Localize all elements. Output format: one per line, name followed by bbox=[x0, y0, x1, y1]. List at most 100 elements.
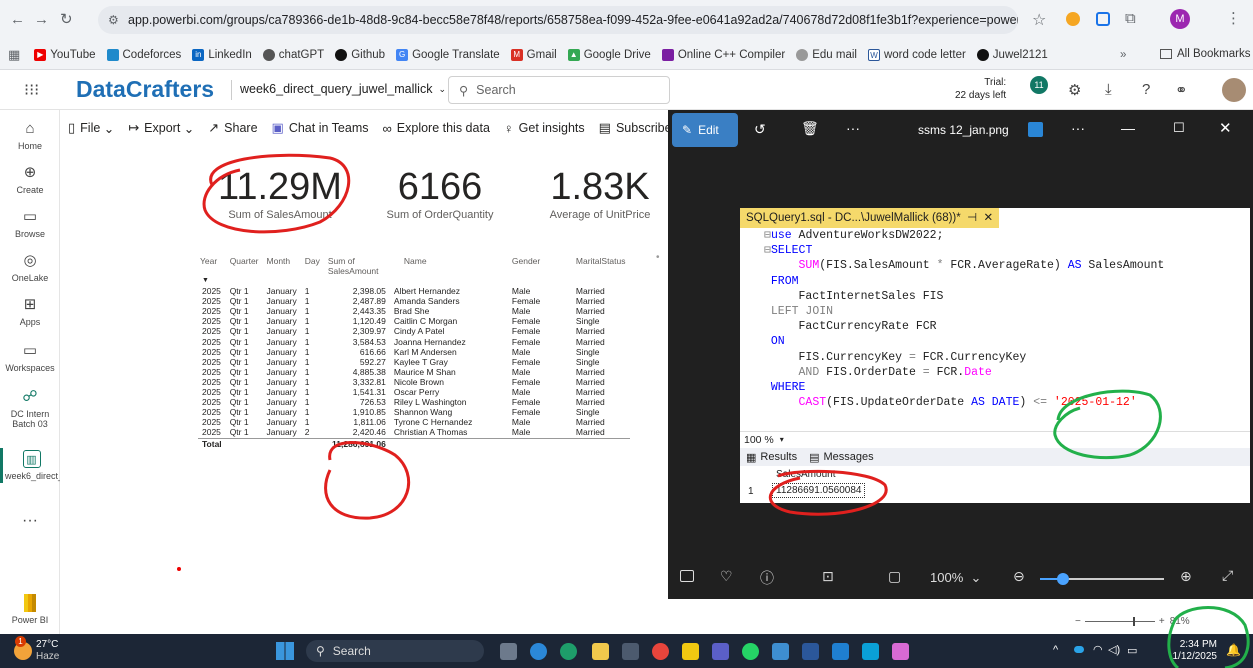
bookmark-word-code-letter[interactable]: Wword code letter bbox=[867, 48, 966, 61]
rail-home[interactable]: ⌂ Home bbox=[0, 120, 60, 151]
reload-icon[interactable]: ↻ bbox=[60, 10, 73, 28]
result-column-header[interactable]: SalesAmount bbox=[776, 469, 835, 480]
wifi-icon[interactable]: ◠ bbox=[1093, 643, 1103, 656]
bookmark-cpp-compiler[interactable]: Online C++ Compiler bbox=[661, 48, 785, 61]
zoom-in-icon[interactable]: + bbox=[1159, 616, 1165, 627]
zoom-control[interactable]: − + 81% bbox=[1075, 616, 1190, 627]
column-header[interactable]: Day bbox=[301, 256, 324, 276]
table-row[interactable]: 2025 Qtr 1 January 1 3,584.53 Joanna Hernande… bbox=[198, 337, 630, 347]
trial-info[interactable]: Trial: 22 days left bbox=[955, 76, 1006, 102]
table-row[interactable]: 2025 Qtr 1 January 1 3,332.81 Nicole Brown Fem… bbox=[198, 377, 630, 387]
rail-onelake[interactable]: ◎ OneLake bbox=[0, 252, 60, 283]
file-menu[interactable]: ▯ File ⌄ bbox=[68, 120, 114, 136]
more-options-icon[interactable]: ··· bbox=[846, 120, 860, 136]
bookmark-github[interactable]: Github bbox=[335, 48, 385, 61]
close-icon[interactable]: ✕ bbox=[1219, 119, 1232, 137]
filmstrip-icon[interactable] bbox=[680, 570, 694, 582]
table-row[interactable]: 2025 Qtr 1 January 1 2,487.89 Amanda Sanders F… bbox=[198, 296, 630, 306]
table-row[interactable]: 2025 Qtr 1 January 1 2,309.97 Cindy A Patel Fe… bbox=[198, 326, 630, 336]
column-header[interactable]: Sum of SalesAmount bbox=[324, 256, 390, 276]
bookmark-chatgpt[interactable]: chatGPT bbox=[262, 48, 324, 61]
fit-window-icon[interactable]: ▢ bbox=[888, 568, 901, 585]
taskbar-search[interactable]: ⚲ Search bbox=[306, 640, 484, 662]
maximize-icon[interactable]: ☐ bbox=[1173, 120, 1185, 136]
minimize-icon[interactable]: — bbox=[1121, 120, 1135, 136]
bookmark-linkedin[interactable]: in LinkedIn bbox=[192, 48, 252, 61]
bookmark-edu-mail[interactable]: Edu mail bbox=[796, 48, 857, 61]
file-explorer-icon[interactable] bbox=[592, 643, 609, 660]
help-icon[interactable]: ? bbox=[1142, 81, 1150, 98]
address-bar[interactable]: ⚙ app.powerbi.com/groups/ca789366-de1b-4… bbox=[98, 6, 1018, 34]
info-icon[interactable]: ⓘ bbox=[760, 568, 774, 588]
whatsapp-icon[interactable] bbox=[742, 643, 759, 660]
windows-start-icon[interactable] bbox=[276, 642, 294, 660]
kpi-card-unitprice[interactable]: 1.83K Average of UnitPrice bbox=[520, 166, 680, 221]
battery-icon[interactable]: ▭ bbox=[1127, 644, 1137, 657]
download-icon[interactable]: ⤓ bbox=[1105, 81, 1112, 98]
column-header[interactable]: Year bbox=[198, 256, 226, 276]
column-header[interactable]: Quarter bbox=[226, 256, 263, 276]
notification-bell-icon[interactable]: 🔔 bbox=[1226, 643, 1241, 657]
rail-dc-intern-batch[interactable]: ☍ DC Intern Batch 03 bbox=[0, 388, 60, 429]
share-button[interactable]: ↗ Share bbox=[208, 120, 257, 136]
explore-data-button[interactable]: ∞ Explore this data bbox=[383, 121, 490, 136]
table-row[interactable]: 2025 Qtr 1 January 1 1,910.85 Shannon Wang Fem… bbox=[198, 407, 630, 417]
bookmark-google-translate[interactable]: G Google Translate bbox=[396, 48, 500, 61]
weather-widget[interactable]: 27°C Haze bbox=[36, 639, 59, 663]
chat-in-teams-button[interactable]: ▣ Chat in Teams bbox=[272, 120, 369, 136]
vscode-icon[interactable] bbox=[862, 643, 879, 660]
zoom-thumb[interactable] bbox=[1132, 617, 1135, 626]
bookmark-codeforces[interactable]: Codeforces bbox=[106, 48, 181, 61]
column-header[interactable]: Month bbox=[263, 256, 301, 276]
column-header[interactable]: Gender bbox=[508, 256, 572, 276]
get-insights-button[interactable]: ♀ Get insights bbox=[504, 121, 585, 136]
task-view-icon[interactable] bbox=[500, 643, 517, 660]
zoom-slider[interactable] bbox=[1084, 617, 1155, 626]
kpi-card-sales[interactable]: 11.29M Sum of SalesAmount bbox=[200, 166, 360, 221]
all-bookmarks[interactable]: All Bookmarks bbox=[1160, 48, 1251, 60]
zoom-level-dropdown[interactable]: 100% ⌄ bbox=[930, 570, 981, 586]
teams-icon[interactable] bbox=[712, 643, 729, 660]
brand-logo[interactable]: DataCrafters bbox=[76, 76, 214, 103]
table-row[interactable]: 2025 Qtr 1 January 1 616.66 Karl M Andersen Ma… bbox=[198, 347, 630, 357]
rail-create[interactable]: ⊕ Create bbox=[0, 164, 60, 195]
table-row[interactable]: 2025 Qtr 1 January 1 2,398.05 Albert Hernande… bbox=[198, 286, 630, 296]
bookmark-gmail[interactable]: M Gmail bbox=[510, 48, 557, 61]
back-icon[interactable]: ← bbox=[10, 11, 25, 28]
onedrive-icon[interactable] bbox=[1074, 646, 1084, 653]
data-table-visual[interactable]: Year Quarter Month Day Sum of SalesAmoun… bbox=[198, 256, 658, 449]
copilot-icon[interactable] bbox=[530, 643, 547, 660]
search-input[interactable]: ⚲ Search bbox=[448, 76, 670, 104]
power-bi-taskbar-icon[interactable] bbox=[682, 643, 699, 660]
favorite-heart-icon[interactable]: ♡ bbox=[720, 568, 733, 585]
photo-badge-icon[interactable] bbox=[1028, 122, 1043, 137]
app-launcher-icon[interactable]: ⁝⁝⁝ bbox=[24, 80, 39, 100]
sql-editor[interactable]: ⊟use AdventureWorksDW2022; ⊟SELECT SUM(F… bbox=[740, 228, 1250, 433]
table-row[interactable]: 2025 Qtr 1 January 1 1,541.31 Oscar Perry Male… bbox=[198, 387, 630, 397]
user-avatar[interactable] bbox=[1222, 78, 1246, 102]
visual-search-icon[interactable]: ⊡ bbox=[822, 568, 834, 585]
fullscreen-icon[interactable]: ⤢ bbox=[1222, 567, 1233, 584]
forward-icon[interactable]: → bbox=[34, 11, 49, 28]
table-row[interactable]: 2025 Qtr 1 January 1 592.27 Kaylee T Gray Fema… bbox=[198, 357, 630, 367]
more-options-icon[interactable]: ··· bbox=[1071, 120, 1085, 136]
chevron-down-icon[interactable]: ▾ bbox=[780, 435, 784, 444]
edit-button[interactable]: ✎ Edit bbox=[672, 113, 738, 147]
sql-query-tab[interactable]: SQLQuery1.sql - DC...\JuwelMallick (68))… bbox=[740, 208, 1000, 228]
photos-icon[interactable] bbox=[832, 643, 849, 660]
extension-icon[interactable] bbox=[1066, 12, 1080, 26]
zoom-out-icon[interactable]: − bbox=[1075, 616, 1081, 627]
table-row[interactable]: 2025 Qtr 1 January 2 2,420.46 Christian A Tho… bbox=[198, 427, 630, 438]
rail-more-icon[interactable]: ··· bbox=[0, 513, 60, 529]
delete-icon[interactable]: 🗑 bbox=[801, 120, 819, 137]
site-info-icon[interactable]: ⚙ bbox=[108, 6, 119, 34]
notepad-icon[interactable] bbox=[772, 643, 789, 660]
zoom-out-icon[interactable]: ⊖ bbox=[1013, 568, 1025, 585]
bookmark-juwel2121[interactable]: Juwel2121 bbox=[976, 48, 1048, 61]
notification-badge[interactable]: 11 bbox=[1030, 76, 1048, 94]
column-header[interactable]: Name bbox=[390, 256, 508, 276]
result-cell[interactable]: 11286691.0560084 bbox=[772, 483, 866, 498]
volume-icon[interactable]: ◁) bbox=[1108, 643, 1120, 656]
tray-chevron-icon[interactable]: ^ bbox=[1053, 644, 1058, 656]
table-row[interactable]: 2025 Qtr 1 January 1 1,811.06 Tyrone C Hernan… bbox=[198, 417, 630, 427]
